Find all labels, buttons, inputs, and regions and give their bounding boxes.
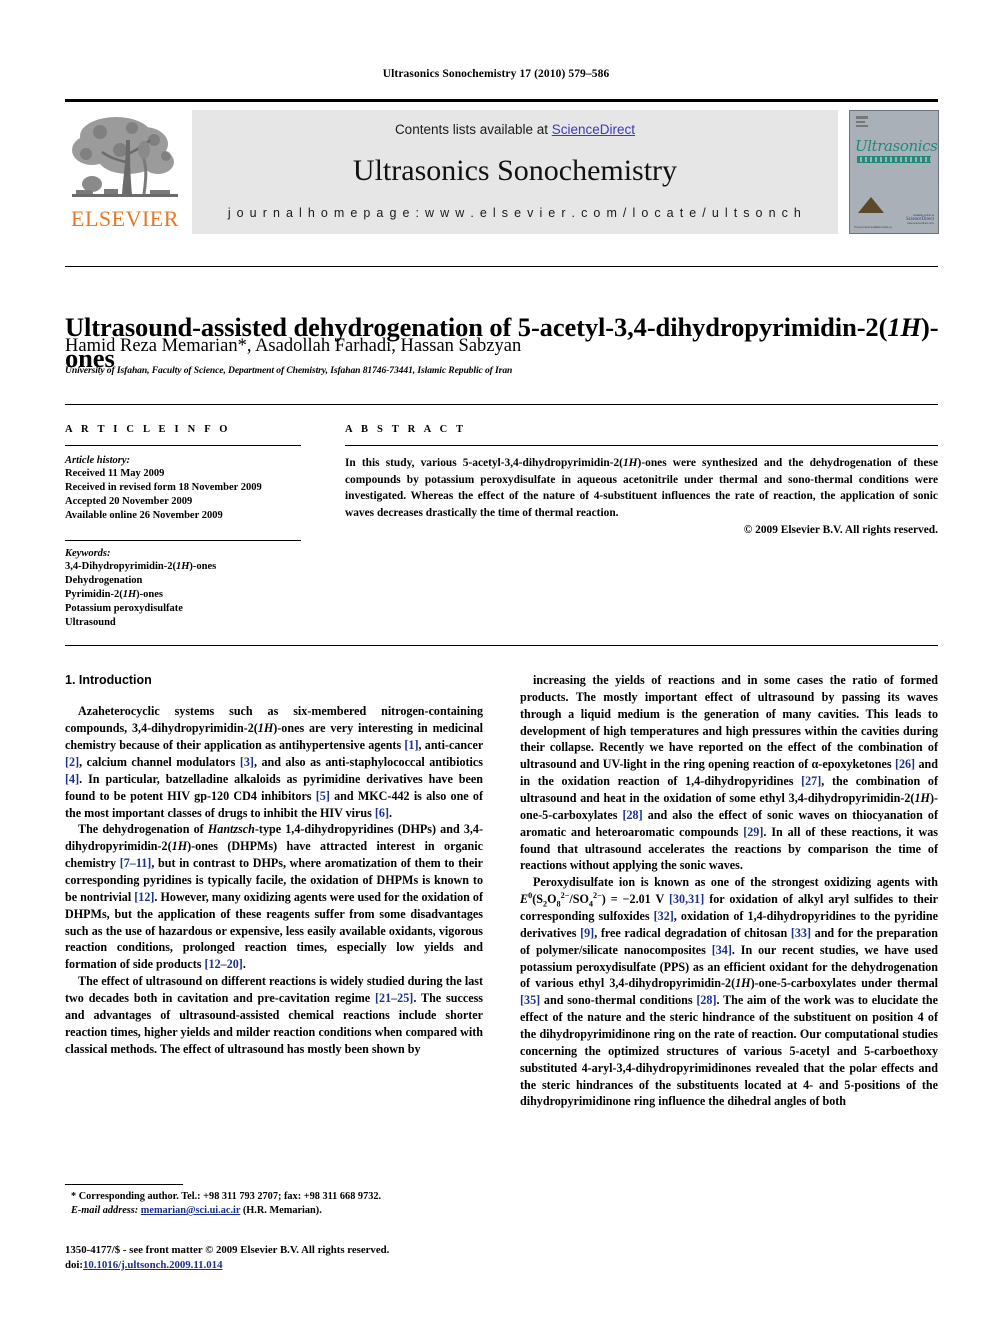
email-line: E-mail address: memarian@sci.ui.ac.ir (H… <box>65 1204 485 1218</box>
article-info-column: A R T I C L E I N F O Article history: R… <box>65 424 305 630</box>
paragraph: Peroxydisulfate ion is known as one of t… <box>520 875 939 1109</box>
cover-sciencedirect-block: Available online at ScienceDirect www.sc… <box>906 214 934 225</box>
journal-title: Ultrasonics Sonochemistry <box>352 154 678 187</box>
citation-ref[interactable]: [28] <box>622 808 642 822</box>
email-label: E-mail address: <box>71 1205 139 1217</box>
doi-link[interactable]: 10.1016/j.ultsonch.2009.11.014 <box>83 1259 222 1271</box>
elsevier-logo: ELSEVIER <box>66 108 184 234</box>
citation-ref[interactable]: [4] <box>65 772 79 786</box>
citation-ref[interactable]: [33] <box>791 926 811 940</box>
cover-pyramid-icon <box>858 197 884 213</box>
keyword-item: Potassium peroxydisulfate <box>65 602 183 614</box>
article-history-label: Article history: <box>65 455 131 466</box>
paragraph: increasing the yields of reactions and i… <box>520 673 939 873</box>
body-left-column: 1. Introduction Azaheterocyclic systems … <box>65 672 483 1057</box>
abstract-copyright: © 2009 Elsevier B.V. All rights reserved… <box>743 523 938 536</box>
journal-cover-thumbnail[interactable]: Ultrasonics This journal is available on… <box>849 110 939 234</box>
contents-available-text: Contents lists available at <box>394 122 552 137</box>
citation-ref[interactable]: [3] <box>240 755 254 769</box>
running-head: Ultrasonics Sonochemistry 17 (2010) 579–… <box>382 68 610 80</box>
article-info-heading: A R T I C L E I N F O <box>65 424 231 435</box>
journal-homepage[interactable]: j o u r n a l h o m e p a g e : w w w . … <box>192 206 838 220</box>
citation-ref[interactable]: [29] <box>743 825 763 839</box>
article-info-rule <box>65 445 301 446</box>
section-title-introduction: 1. Introduction <box>65 673 152 687</box>
info-top-rule <box>65 404 938 405</box>
keyword-item: 3,4-Dihydropyrimidin-2(1H)-ones <box>65 560 217 572</box>
citation-ref[interactable]: [5] <box>316 789 330 803</box>
email-link[interactable]: memarian@sci.ui.ac.ir <box>141 1205 240 1216</box>
cover-sd-line3: www.sciencedirect.com <box>907 222 934 225</box>
issn-copyright-line: 1350-4177/$ - see front matter © 2009 El… <box>65 1244 390 1256</box>
cover-subtitle-bar <box>857 156 931 163</box>
title-separator-rule <box>65 266 938 267</box>
paragraph: Azaheterocyclic systems such as six-memb… <box>65 704 483 820</box>
footnote-block: * Corresponding author. Tel.: +98 311 79… <box>65 1190 485 1218</box>
citation-ref[interactable]: [9] <box>580 926 594 940</box>
header-top-rule <box>65 99 938 102</box>
history-item: Received 11 May 2009 <box>65 468 165 479</box>
citation-ref[interactable]: [32] <box>654 909 674 923</box>
cover-title: Ultrasonics <box>855 137 938 155</box>
footnote-rule <box>65 1184 183 1185</box>
citation-ref[interactable]: [27] <box>801 774 821 788</box>
citation-ref[interactable]: [12–20] <box>205 957 243 971</box>
email-suffix: (H.R. Memarian). <box>242 1205 322 1217</box>
keywords-rule <box>65 539 301 541</box>
citation-ref[interactable]: [30,31] <box>669 892 704 906</box>
citation-ref[interactable]: [26] <box>895 757 915 771</box>
body-right-column: increasing the yields of reactions and i… <box>520 672 938 1110</box>
cover-elsevier-mark-icon <box>856 116 868 130</box>
citation-ref[interactable]: [34] <box>712 943 732 957</box>
footer-block: 1350-4177/$ - see front matter © 2009 El… <box>65 1243 495 1273</box>
keyword-item: Pyrimidin-2(1H)-ones <box>65 588 164 600</box>
doi-label: doi: <box>65 1258 83 1271</box>
paper-page: Ultrasonics Sonochemistry 17 (2010) 579–… <box>0 0 992 1323</box>
corresponding-author-note: * Corresponding author. Tel.: +98 311 79… <box>71 1191 382 1202</box>
keywords-label: Keywords: <box>65 547 111 559</box>
abstract-text: In this study, various 5-acetyl-3,4-dihy… <box>345 457 938 519</box>
paragraph: The dehydrogenation of Hantzsch-type 1,4… <box>65 822 483 972</box>
elsevier-tree-icon <box>70 110 180 206</box>
abstract-heading: A B S T R A C T <box>345 424 467 435</box>
citation-ref[interactable]: [28] <box>696 993 716 1007</box>
contents-available-line: Contents lists available at ScienceDirec… <box>192 122 838 137</box>
abstract-column: A B S T R A C T In this study, various 5… <box>345 424 938 536</box>
citation-ref[interactable]: [7–11] <box>120 856 152 870</box>
affiliation: University of Isfahan, Faculty of Scienc… <box>65 365 513 376</box>
cover-footnote: This journal is available online at <box>854 226 892 230</box>
citation-ref[interactable]: [21–25] <box>375 991 413 1005</box>
keyword-item: Ultrasound <box>65 616 116 628</box>
paragraph: The effect of ultrasound on different re… <box>65 974 483 1056</box>
history-item: Accepted 20 November 2009 <box>65 495 193 507</box>
abstract-rule <box>345 445 938 446</box>
citation-ref[interactable]: [35] <box>520 993 540 1007</box>
history-item: Available online 26 November 2009 <box>65 509 223 521</box>
citation-ref[interactable]: [1] <box>404 738 418 752</box>
citation-ref[interactable]: [6] <box>375 806 389 820</box>
citation-ref[interactable]: [2] <box>65 755 79 769</box>
citation-ref[interactable]: [12] <box>134 890 154 904</box>
body-separator-rule <box>65 645 938 646</box>
sciencedirect-link[interactable]: ScienceDirect <box>552 122 635 137</box>
history-item: Received in revised form 18 November 200… <box>65 481 262 493</box>
elsevier-wordmark: ELSEVIER <box>71 206 179 231</box>
author-list: Hamid Reza Memarian*, Asadollah Farhadi,… <box>65 336 522 356</box>
journal-banner: Contents lists available at ScienceDirec… <box>192 110 838 234</box>
doi-line: doi:10.1016/j.ultsonch.2009.11.014 <box>65 1258 495 1273</box>
keyword-item: Dehydrogenation <box>65 574 143 586</box>
